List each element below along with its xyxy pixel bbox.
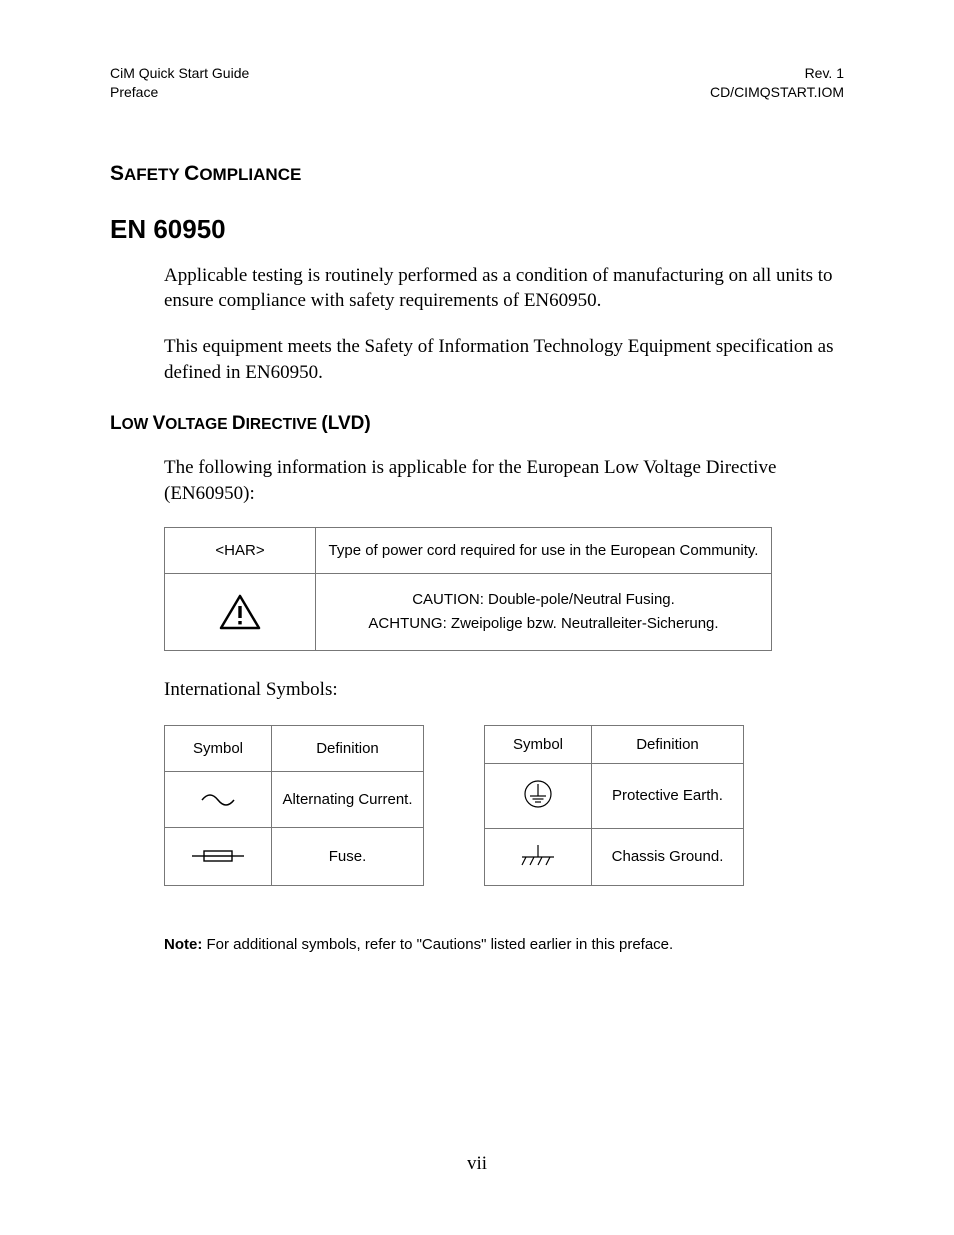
header-left: CiM Quick Start Guide Preface — [110, 64, 249, 102]
table-row: Alternating Current. — [165, 772, 424, 828]
ac-icon — [165, 772, 272, 828]
symbol-table-right: Symbol Definition Protective Earth. — [484, 725, 744, 886]
table-header-row: Symbol Definition — [165, 725, 424, 771]
lvd-heading: LOW VOLTAGE DIRECTIVE (LVD) — [110, 413, 844, 435]
page-number: vii — [0, 1153, 954, 1175]
caution-en: CAUTION: Double-pole/Neutral Fusing. — [412, 591, 675, 608]
page: CiM Quick Start Guide Preface Rev. 1 CD/… — [0, 0, 954, 953]
section-heading: SAFETY COMPLIANCE — [110, 162, 844, 186]
ac-definition: Alternating Current. — [272, 772, 424, 828]
note-text: For additional symbols, refer to "Cautio… — [202, 936, 673, 953]
lvd-intro: The following information is applicable … — [110, 455, 844, 506]
fuse-definition: Fuse. — [272, 828, 424, 885]
har-symbol: <HAR> — [165, 527, 316, 573]
doc-section: Preface — [110, 84, 158, 100]
table-row: CAUTION: Double-pole/Neutral Fusing. ACH… — [165, 573, 772, 650]
en-heading: EN 60950 — [110, 214, 844, 245]
table-row: Protective Earth. — [485, 763, 744, 828]
symbol-tables: Symbol Definition Alternating Current. — [164, 725, 844, 886]
caution-de: ACHTUNG: Zweipolige bzw. Neutralleiter-S… — [368, 615, 718, 632]
col-symbol: Symbol — [165, 725, 272, 771]
lvd-table: <HAR> Type of power cord required for us… — [164, 527, 772, 651]
doc-code: CD/CIMQSTART.IOM — [710, 84, 844, 100]
doc-rev: Rev. 1 — [805, 65, 844, 81]
header-right: Rev. 1 CD/CIMQSTART.IOM — [710, 64, 844, 102]
table-row: Fuse. — [165, 828, 424, 885]
caution-text: CAUTION: Double-pole/Neutral Fusing. ACH… — [316, 573, 772, 650]
col-definition: Definition — [592, 725, 744, 763]
table-row: <HAR> Type of power cord required for us… — [165, 527, 772, 573]
doc-title: CiM Quick Start Guide — [110, 65, 249, 81]
paragraph-1: Applicable testing is routinely performe… — [110, 263, 844, 314]
col-definition: Definition — [272, 725, 424, 771]
chassis-ground-definition: Chassis Ground. — [592, 828, 744, 885]
symbol-table-left: Symbol Definition Alternating Current. — [164, 725, 424, 886]
note: Note: For additional symbols, refer to "… — [110, 936, 844, 953]
har-text: Type of power cord required for use in t… — [316, 527, 772, 573]
protective-earth-icon — [485, 763, 592, 828]
intl-symbols-label: International Symbols: — [110, 679, 844, 701]
table-row: Chassis Ground. — [485, 828, 744, 885]
paragraph-2: This equipment meets the Safety of Infor… — [110, 334, 844, 385]
table-header-row: Symbol Definition — [485, 725, 744, 763]
caution-icon — [165, 573, 316, 650]
note-label: Note: — [164, 936, 202, 953]
protective-earth-definition: Protective Earth. — [592, 763, 744, 828]
fuse-icon — [165, 828, 272, 885]
col-symbol: Symbol — [485, 725, 592, 763]
chassis-ground-icon — [485, 828, 592, 885]
page-header: CiM Quick Start Guide Preface Rev. 1 CD/… — [110, 64, 844, 102]
